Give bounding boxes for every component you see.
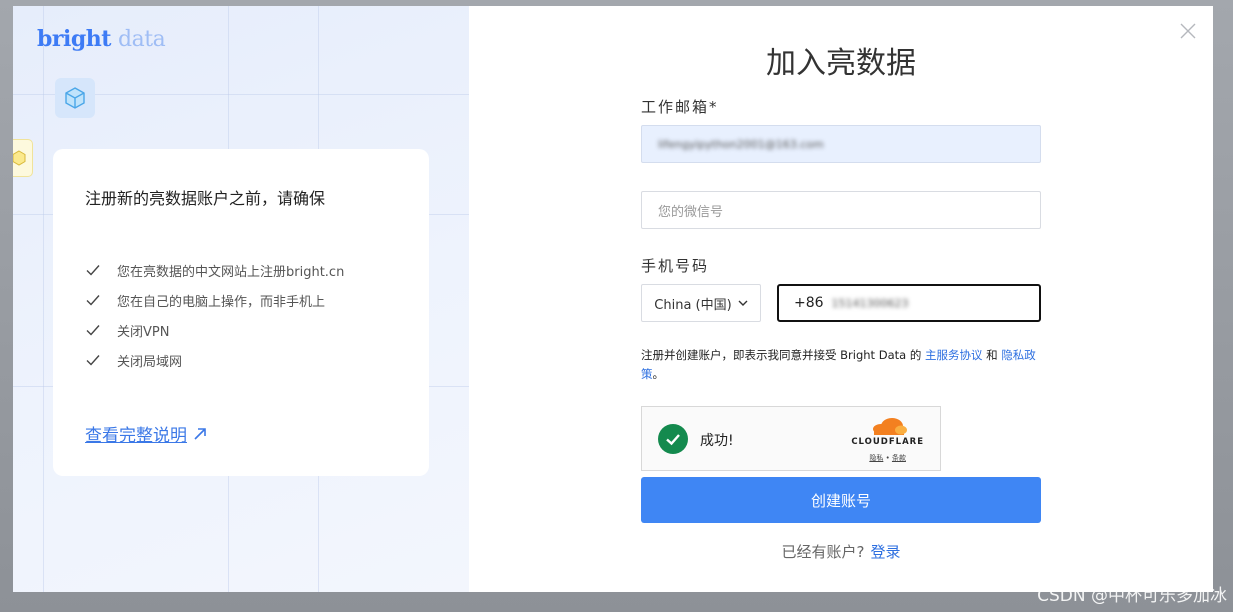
terms-prefix: 注册并创建账户，即表示我同意并接受 Bright Data 的 (641, 348, 925, 362)
phone-label: 手机号码 (641, 257, 710, 275)
create-account-button[interactable]: 创建账号 (641, 477, 1041, 523)
check-icon (85, 262, 101, 278)
external-arrow-icon (193, 427, 207, 441)
country-value: China (中国) (654, 297, 732, 313)
captcha-terms-link[interactable]: 条款 (892, 454, 906, 462)
terms-and: 和 (982, 348, 1002, 362)
wechat-field[interactable]: 您的微信号 (641, 191, 1041, 229)
cloudflare-brand: CLOUDFLARE 隐私 • 条款 (851, 417, 924, 463)
phone-row: China (中国) +86 15141300623 (641, 284, 1041, 322)
signup-form: 工作邮箱* lifengyipython2001@163.com 您的微信号 手… (641, 96, 1041, 562)
check-icon (85, 352, 101, 368)
brand-logo[interactable]: bright data (37, 26, 166, 52)
phone-value: 15141300623 (831, 296, 909, 310)
full-guide-link[interactable]: 查看完整说明 (85, 421, 207, 446)
success-check-icon (658, 424, 688, 454)
captcha-widget[interactable]: 成功! CLOUDFLARE 隐私 • 条款 (641, 406, 941, 471)
cube-icon (13, 139, 33, 177)
requirement-text: 关闭VPN (117, 324, 170, 340)
email-value: lifengyipython2001@163.com (658, 137, 824, 151)
list-item: 您在自己的电脑上操作，而非手机上 (85, 285, 344, 315)
terms-text: 注册并创建账户，即表示我同意并接受 Bright Data 的 主服务协议 和 … (641, 346, 1041, 384)
card-title: 注册新的亮数据账户之前，请确保 (85, 189, 326, 208)
chevron-down-icon (738, 298, 748, 308)
close-icon[interactable] (1177, 20, 1199, 42)
check-icon (85, 322, 101, 338)
login-link[interactable]: 登录 (870, 543, 900, 561)
requirement-text: 您在亮数据的中文网站上注册bright.cn (117, 264, 345, 280)
requirements-list: 您在亮数据的中文网站上注册bright.cn 您在自己的电脑上操作，而非手机上 … (85, 255, 344, 375)
captcha-status: 成功! (700, 433, 734, 449)
grid-line (43, 6, 44, 592)
email-label: 工作邮箱* (641, 98, 719, 116)
requirement-text: 关闭局域网 (117, 354, 183, 370)
login-prompt: 已经有账户? 登录 (641, 541, 1041, 562)
wechat-placeholder: 您的微信号 (658, 204, 724, 220)
phone-prefix: +86 (794, 295, 824, 311)
requirements-card: 注册新的亮数据账户之前，请确保 您在亮数据的中文网站上注册bright.cn 您… (53, 149, 429, 476)
country-select[interactable]: China (中国) (641, 284, 761, 322)
logo-secondary-text: data (118, 27, 166, 52)
phone-field[interactable]: +86 15141300623 (777, 284, 1041, 322)
list-item: 您在亮数据的中文网站上注册bright.cn (85, 255, 344, 285)
info-panel: bright data 注册新的亮数据账户之前，请确保 您在亮数据的中文网站上注 (13, 6, 469, 592)
list-item: 关闭局域网 (85, 345, 344, 375)
cloudflare-name: CLOUDFLARE (851, 437, 924, 447)
logo-main-text: bright (37, 26, 111, 52)
terms-end: 。 (652, 367, 665, 381)
captcha-separator: • (885, 454, 890, 462)
have-account-text: 已经有账户? (781, 543, 865, 561)
email-field[interactable]: lifengyipython2001@163.com (641, 125, 1041, 163)
create-account-label: 创建账号 (810, 491, 871, 510)
check-icon (85, 292, 101, 308)
captcha-privacy-link[interactable]: 隐私 (869, 454, 883, 462)
list-item: 关闭VPN (85, 315, 344, 345)
cube-icon (55, 78, 95, 118)
cloudflare-cloud-icon (872, 418, 907, 435)
captcha-links: 隐私 • 条款 (851, 453, 924, 463)
service-agreement-link[interactable]: 主服务协议 (925, 348, 983, 362)
watermark-text: CSDN @中杯可乐多加冰 (1037, 586, 1227, 606)
page-title: 加入亮数据 (766, 46, 916, 81)
signup-modal: bright data 注册新的亮数据账户之前，请确保 您在亮数据的中文网站上注 (13, 6, 1213, 592)
guide-link-text: 查看完整说明 (85, 426, 187, 446)
requirement-text: 您在自己的电脑上操作，而非手机上 (117, 294, 326, 310)
